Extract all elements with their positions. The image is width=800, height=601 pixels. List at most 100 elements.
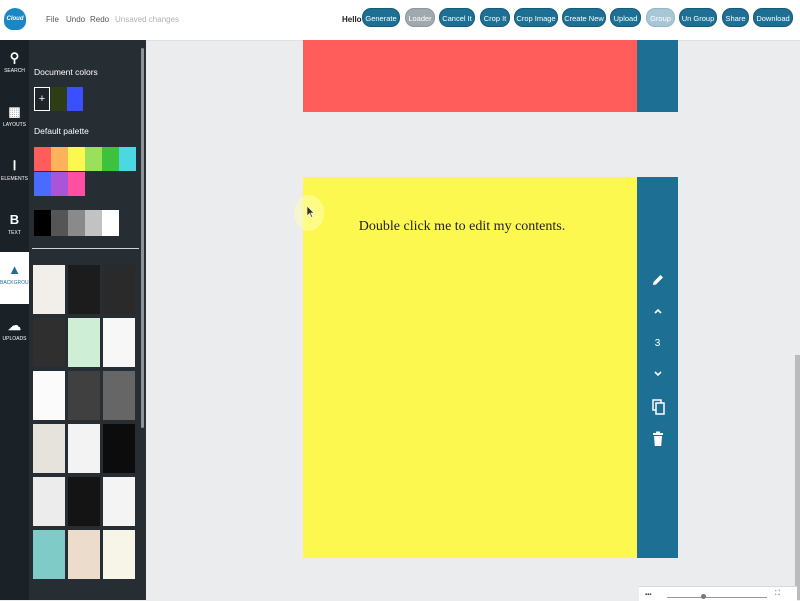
layouts-icon: ▦ bbox=[8, 104, 21, 119]
delete-page-button[interactable] bbox=[637, 431, 678, 449]
page-text-box[interactable]: Double click me to edit my contents. bbox=[303, 219, 621, 235]
palette-swatch[interactable] bbox=[68, 147, 85, 171]
chevron-down-icon bbox=[653, 371, 662, 377]
group-button[interactable]: Group bbox=[646, 8, 675, 27]
generate-button[interactable]: Generate bbox=[362, 8, 400, 27]
background-tile[interactable] bbox=[33, 424, 65, 473]
document-colors-title: Document colors bbox=[34, 67, 98, 77]
rail-label: SEARCH bbox=[4, 68, 25, 74]
grayscale-swatch[interactable] bbox=[34, 210, 51, 236]
rail-background[interactable]: ▲ BACKGROUND bbox=[0, 252, 36, 304]
mouse-cursor-icon bbox=[307, 206, 315, 218]
search-icon: ⚲ bbox=[9, 50, 20, 65]
create-new-button[interactable]: Create New bbox=[562, 8, 606, 27]
design-page-2[interactable] bbox=[303, 40, 637, 112]
background-tile[interactable] bbox=[33, 318, 65, 367]
palette-swatch[interactable] bbox=[34, 147, 51, 171]
crop-image-button[interactable]: Crop Image bbox=[514, 8, 558, 27]
background-tile[interactable] bbox=[33, 477, 65, 526]
user-greeting[interactable]: Hello bbox=[342, 15, 362, 24]
palette-swatch[interactable] bbox=[119, 147, 136, 171]
rail-label: LAYOUTS bbox=[3, 122, 26, 128]
panel-scrollbar[interactable] bbox=[141, 48, 144, 428]
move-page-down-button[interactable] bbox=[637, 370, 678, 380]
elements-icon: Ⅰ bbox=[12, 158, 17, 173]
loader-button[interactable]: Loader bbox=[405, 8, 435, 27]
rail-label: UPLOADS bbox=[2, 336, 27, 342]
file-menu[interactable]: File bbox=[46, 15, 59, 24]
background-icon: ▲ bbox=[8, 262, 21, 277]
rail-uploads[interactable]: ☁ UPLOADS bbox=[0, 308, 29, 358]
background-tile[interactable] bbox=[33, 530, 65, 579]
page-number: 3 bbox=[654, 338, 661, 349]
top-bar: Cloud File Undo Redo Unsaved changes Hel… bbox=[0, 0, 800, 41]
copy-icon bbox=[651, 399, 665, 415]
palette-swatch[interactable] bbox=[85, 147, 102, 171]
upload-button[interactable]: Upload bbox=[610, 8, 641, 27]
chevron-up-icon bbox=[653, 308, 662, 314]
ungroup-button[interactable]: Un Group bbox=[679, 8, 717, 27]
trash-icon bbox=[652, 431, 663, 446]
grayscale-swatch[interactable] bbox=[51, 210, 68, 236]
background-tile[interactable] bbox=[103, 477, 135, 526]
panel-divider bbox=[32, 248, 139, 249]
background-tile[interactable] bbox=[68, 318, 100, 367]
page-controls-bar bbox=[637, 40, 678, 112]
undo-button[interactable]: Undo bbox=[66, 15, 85, 24]
zoom-control: ▪▪▪ ⛶ bbox=[639, 586, 797, 601]
background-tile[interactable] bbox=[33, 265, 65, 314]
background-tile[interactable] bbox=[103, 424, 135, 473]
background-tile[interactable] bbox=[68, 530, 100, 579]
rail-layouts[interactable]: ▦ LAYOUTS bbox=[0, 94, 29, 144]
rail-elements[interactable]: Ⅰ ELEMENTS bbox=[0, 148, 29, 198]
zoom-label: ▪▪▪ bbox=[645, 592, 652, 598]
palette-swatch[interactable] bbox=[34, 172, 51, 196]
zoom-slider-track[interactable] bbox=[667, 597, 767, 598]
app-logo[interactable]: Cloud bbox=[4, 8, 26, 30]
background-panel: Document colors + Default palette bbox=[29, 40, 146, 600]
canvas-scrollbar[interactable] bbox=[795, 355, 800, 600]
save-status: Unsaved changes bbox=[115, 15, 180, 24]
pencil-icon bbox=[652, 275, 663, 285]
palette-swatch[interactable] bbox=[51, 172, 68, 196]
palette-swatch[interactable] bbox=[51, 147, 68, 171]
tool-rail: ⚲ SEARCH ▦ LAYOUTS Ⅰ ELEMENTS B TEXT ▲ B… bbox=[0, 40, 36, 600]
rail-label: TEXT bbox=[8, 230, 21, 236]
background-tile[interactable] bbox=[68, 424, 100, 473]
grayscale-swatch[interactable] bbox=[102, 210, 119, 236]
background-tile[interactable] bbox=[103, 318, 135, 367]
text-icon: B bbox=[9, 212, 20, 227]
share-button[interactable]: Share bbox=[722, 8, 749, 27]
background-tile[interactable] bbox=[103, 530, 135, 579]
rail-search[interactable]: ⚲ SEARCH bbox=[0, 40, 29, 90]
background-tile[interactable] bbox=[103, 371, 135, 420]
rail-text[interactable]: B TEXT bbox=[0, 202, 29, 252]
palette-swatch[interactable] bbox=[68, 172, 85, 196]
document-color-swatch[interactable] bbox=[51, 87, 67, 111]
background-tile[interactable] bbox=[68, 477, 100, 526]
page-controls-bar: 3 bbox=[637, 177, 678, 558]
crop-it-button[interactable]: Crop It bbox=[480, 8, 510, 27]
edit-page-button[interactable] bbox=[637, 273, 678, 289]
rail-label: ELEMENTS bbox=[1, 176, 28, 182]
background-tile[interactable] bbox=[68, 371, 100, 420]
default-palette-title: Default palette bbox=[34, 126, 89, 136]
add-color-button[interactable]: + bbox=[34, 87, 50, 111]
redo-button[interactable]: Redo bbox=[90, 15, 109, 24]
background-tile[interactable] bbox=[33, 371, 65, 420]
zoom-slider-handle[interactable] bbox=[701, 594, 706, 599]
move-page-up-button[interactable] bbox=[637, 307, 678, 317]
uploads-icon: ☁ bbox=[8, 318, 21, 333]
document-color-swatch[interactable] bbox=[67, 87, 83, 111]
design-page-3[interactable]: Double click me to edit my contents. bbox=[303, 177, 637, 558]
download-button[interactable]: Download bbox=[753, 8, 793, 27]
palette-swatch[interactable] bbox=[102, 147, 119, 171]
cancel-it-button[interactable]: Cancel It bbox=[439, 8, 475, 27]
background-tile[interactable] bbox=[68, 265, 100, 314]
rail-label: BACKGROUND bbox=[0, 280, 36, 286]
duplicate-page-button[interactable] bbox=[637, 399, 678, 417]
grayscale-swatch[interactable] bbox=[68, 210, 85, 236]
fullscreen-icon[interactable]: ⛶ bbox=[775, 590, 780, 598]
grayscale-swatch[interactable] bbox=[85, 210, 102, 236]
background-tile[interactable] bbox=[103, 265, 135, 314]
